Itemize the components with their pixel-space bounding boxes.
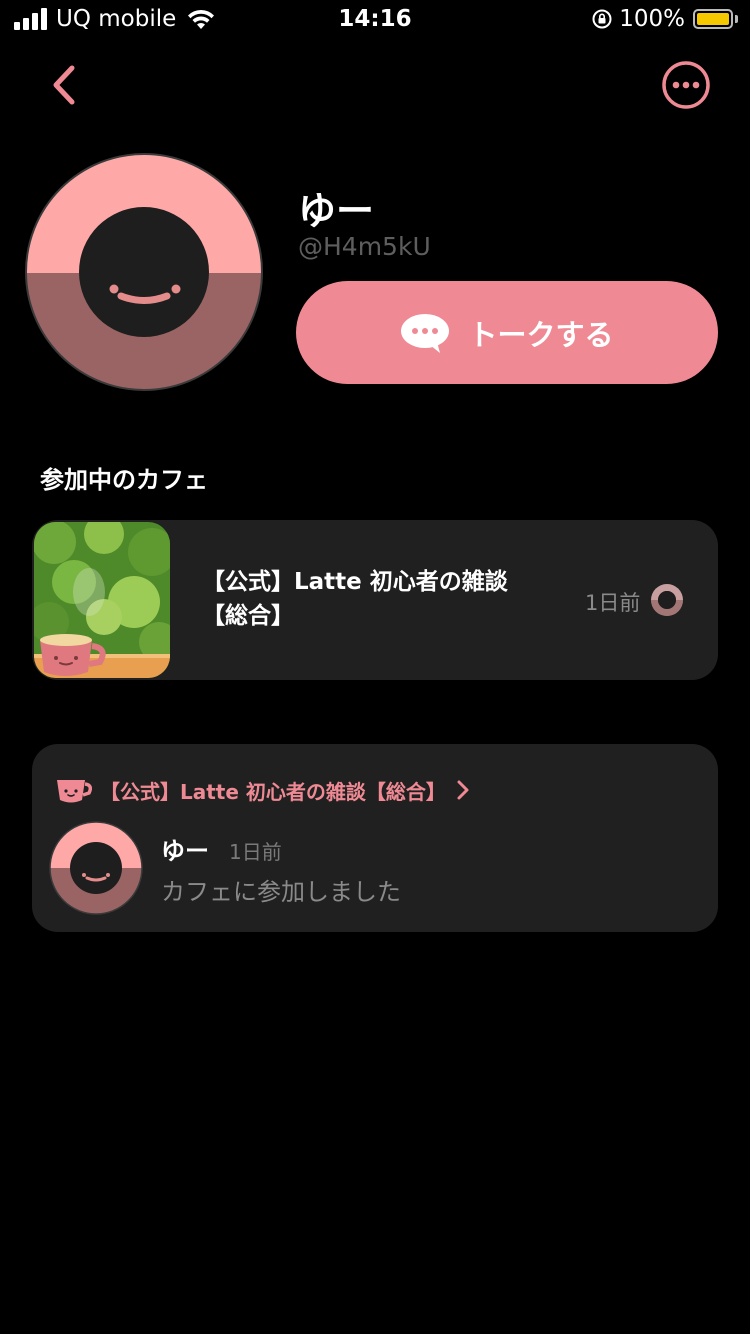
activity-avatar[interactable] [49, 821, 143, 915]
more-options-button[interactable] [661, 60, 711, 110]
cafe-card[interactable]: 【公式】Latte 初心者の雑談【総合】 1日前 [32, 520, 718, 680]
member-avatar-icon [651, 584, 683, 616]
chevron-left-icon [53, 65, 75, 105]
profile-name: ゆー [298, 189, 375, 233]
rotation-lock-icon [592, 9, 612, 29]
cafe-name: 【公式】Latte 初心者の雑談【総合】 [202, 569, 508, 629]
activity-message: カフェに参加しました [161, 878, 401, 906]
cafe-thumbnail [34, 522, 170, 678]
cafe-time: 1日前 [585, 591, 641, 615]
activity-time: 1日前 [229, 840, 282, 864]
activity-cafe-link[interactable]: 【公式】Latte 初心者の雑談【総合】 [54, 774, 472, 806]
profile-handle: @H4m5kU [298, 232, 431, 261]
activity-card: 【公式】Latte 初心者の雑談【総合】 ゆー 1日前 カフェに参加しました [32, 744, 718, 932]
status-right: 100% [591, 6, 738, 32]
talk-button[interactable]: トークする [296, 281, 718, 384]
profile-avatar[interactable] [25, 153, 263, 391]
battery-percent: 100% [619, 6, 685, 32]
joined-cafes-title: 参加中のカフェ [40, 466, 208, 494]
chevron-right-icon [457, 780, 469, 800]
talk-button-label: トークする [468, 317, 614, 352]
activity-user-name: ゆー [161, 837, 209, 865]
back-button[interactable] [40, 60, 90, 110]
coffee-cup-icon [57, 780, 93, 803]
battery-icon [693, 9, 733, 29]
more-horizontal-icon [662, 61, 710, 109]
activity-cafe-name: 【公式】Latte 初心者の雑談【総合】 [100, 779, 446, 804]
status-bar: UQ mobile 14:16 100% [0, 0, 750, 40]
battery-cap [735, 15, 738, 23]
chat-bubble-icon [401, 313, 450, 353]
